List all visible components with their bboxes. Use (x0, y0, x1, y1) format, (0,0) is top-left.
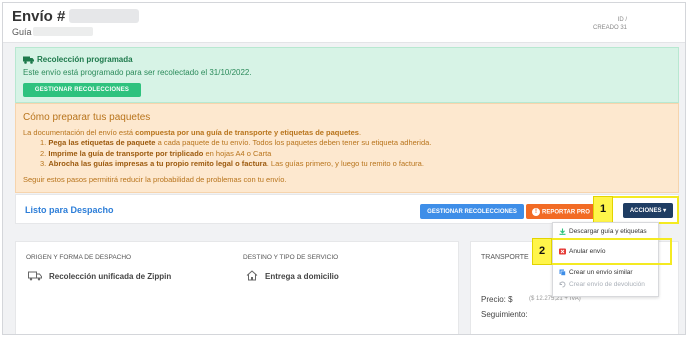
status-link[interactable]: Listo para Despacho (25, 205, 114, 215)
instructions-title: Cómo preparar tus paquetes (23, 112, 151, 123)
packaging-instructions: Cómo preparar tus paquetes La documentac… (15, 103, 679, 193)
download-labels-item[interactable]: Descargar guía y etiquetas (559, 228, 647, 235)
list-item: 3. Abrocha las guías impresas a tu propi… (40, 159, 424, 168)
annotation-number: 2 (539, 245, 546, 257)
van-icon (28, 271, 42, 281)
page-header: Envío # Guía ID / CREADO 31 (3, 3, 685, 43)
alert-title: Recolección programada (37, 55, 133, 64)
create-similar-item[interactable]: Crear un envío similar (559, 269, 633, 276)
instructions-steps: 1. Pega las etiquetas de paquete a cada … (40, 138, 431, 170)
create-return-item[interactable]: Crear envío de devolución (559, 281, 645, 288)
annotation-highlight-2 (532, 238, 672, 265)
instructions-intro: La documentación del envío está compuest… (23, 128, 362, 137)
instructions-footer: Seguir estos pasos permitirá reducir la … (23, 175, 287, 184)
alert-text: Este envío está programado para ser reco… (23, 68, 252, 77)
page-title: Envío # (12, 8, 66, 25)
list-item: 2. Imprime la guía de transporte por tri… (40, 148, 272, 158)
manage-pickups-secondary-button[interactable]: GESTIONAR RECOLECCIONES (420, 204, 524, 219)
list-item: 1. Pega las etiquetas de paquete a cada … (40, 138, 432, 147)
created-date-meta: CREADO 31 (592, 25, 627, 31)
price-label: Precio: $ (481, 295, 513, 304)
home-icon (246, 270, 258, 281)
annotation-badge-1: 1 (593, 196, 613, 224)
annotation-number: 1 (600, 203, 607, 215)
shipment-status-bar: Listo para Despacho GESTIONAR RECOLECCIO… (15, 194, 679, 224)
manage-pickups-button[interactable]: GESTIONAR RECOLECCIONES (23, 83, 141, 97)
actions-dropdown-button[interactable]: ACCIONES ▾ (623, 203, 673, 218)
download-icon (559, 228, 566, 235)
destination-value: Entrega a domicilio (265, 272, 339, 281)
shipping-details-card: ORIGEN Y FORMA DE DESPACHO Recolección u… (15, 241, 459, 334)
redacted-guia-number (33, 27, 93, 36)
tracking-label: Seguimiento: (481, 310, 528, 319)
annotation-badge-2: 2 (532, 238, 552, 265)
guia-label: Guía (12, 27, 32, 37)
app-frame: Envío # Guía ID / CREADO 31 Recolección … (2, 2, 686, 335)
redacted-shipment-number (69, 9, 139, 23)
origin-value: Recolección unificada de Zippin (49, 272, 172, 281)
warning-icon: ! (532, 207, 540, 216)
pickup-scheduled-alert: Recolección programada Este envío está p… (15, 47, 679, 103)
return-icon (559, 281, 566, 288)
shipment-id-meta: ID / (617, 17, 627, 23)
transport-heading: TRANSPORTE (481, 254, 529, 261)
truck-icon (23, 56, 34, 64)
destination-heading: DESTINO Y TIPO DE SERVICIO (243, 254, 339, 261)
copy-icon (559, 269, 566, 276)
origin-heading: ORIGEN Y FORMA DE DESPACHO (26, 254, 132, 261)
